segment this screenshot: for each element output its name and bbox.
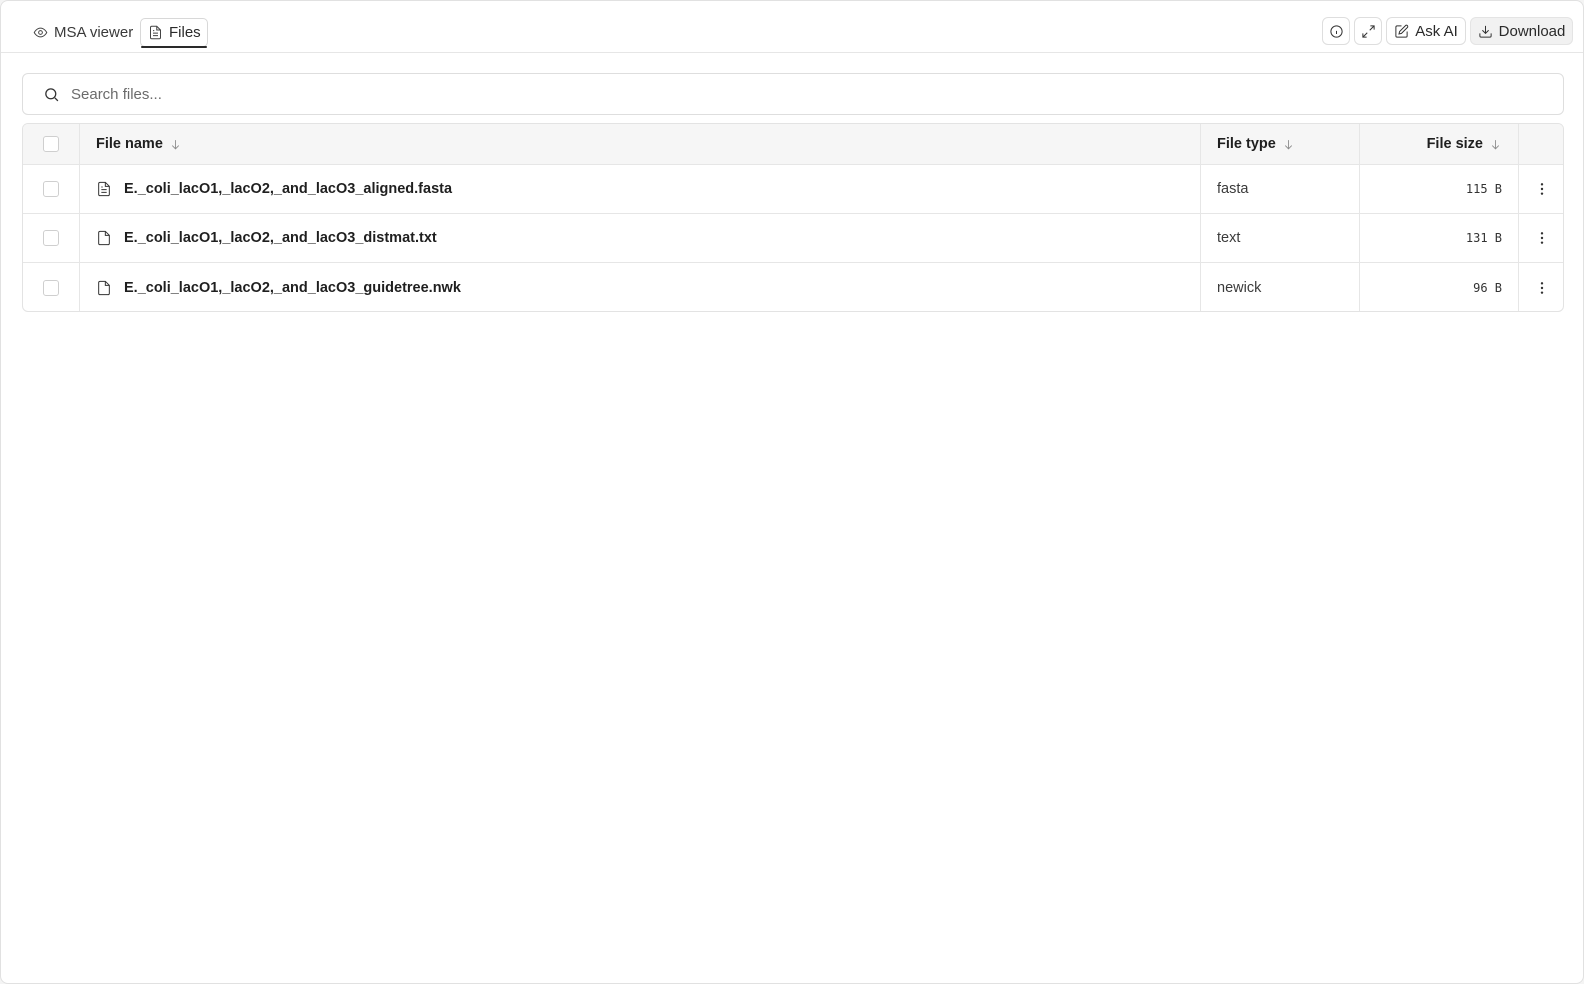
header-file-type-cell: File type <box>1201 124 1360 164</box>
row-menu-button[interactable] <box>1532 179 1552 199</box>
table-row[interactable]: E._coli_lacO1,_lacO2,_and_lacO3_aligned.… <box>23 165 1563 214</box>
row-actions-cell <box>1519 263 1563 311</box>
tab-msa-viewer[interactable]: MSA viewer <box>27 18 139 47</box>
file-name-link[interactable]: E._coli_lacO1,_lacO2,_and_lacO3_aligned.… <box>96 181 452 197</box>
row-checkbox-cell <box>23 214 80 262</box>
info-icon <box>1329 24 1343 38</box>
table-header: File name File type File size <box>23 124 1563 165</box>
more-vertical-icon <box>1540 183 1544 195</box>
file-name: E._coli_lacO1,_lacO2,_and_lacO3_distmat.… <box>124 230 437 246</box>
file-name: E._coli_lacO1,_lacO2,_and_lacO3_aligned.… <box>124 181 453 197</box>
top-bar: MSA viewer Files Ask AI Download <box>1 1 1583 53</box>
tab-msa-viewer-label: MSA viewer <box>54 24 134 41</box>
file-size: 96 B <box>1473 280 1502 295</box>
row-actions-cell <box>1519 165 1563 213</box>
search-bar <box>22 73 1564 115</box>
file-icon <box>98 230 110 246</box>
info-button[interactable] <box>1322 17 1350 45</box>
file-name-cell: E._coli_lacO1,_lacO2,_and_lacO3_aligned.… <box>80 165 1201 213</box>
file-text-icon <box>150 25 161 40</box>
file-size: 115 B <box>1465 182 1502 196</box>
file-size-cell: 115 B <box>1360 165 1519 213</box>
row-actions-cell <box>1519 214 1563 262</box>
file-icon <box>98 280 110 295</box>
file-type: fasta <box>1217 181 1249 197</box>
file-name: E._coli_lacO1,_lacO2,_and_lacO3_guidetre… <box>124 279 461 296</box>
select-all-checkbox[interactable] <box>43 136 59 152</box>
more-vertical-icon <box>1540 281 1544 294</box>
header-file-size-cell: File size <box>1360 124 1519 164</box>
file-text-icon <box>98 181 110 197</box>
header-file-name-cell: File name <box>80 124 1201 164</box>
row-menu-button[interactable] <box>1532 278 1552 298</box>
fullscreen-button[interactable] <box>1354 17 1382 45</box>
arrow-down-icon <box>1491 139 1500 149</box>
column-header-file-size: File size <box>1426 136 1483 152</box>
files-panel: MSA viewer Files Ask AI Download Search … <box>0 0 1584 984</box>
ask-ai-button[interactable]: Ask AI <box>1386 17 1466 45</box>
ask-ai-label: Ask AI <box>1415 22 1458 40</box>
file-type-cell: newick <box>1201 263 1360 311</box>
file-type-cell: fasta <box>1201 165 1360 213</box>
sort-file-type[interactable]: File type <box>1217 136 1295 152</box>
file-type: newick <box>1217 279 1262 296</box>
file-name-link[interactable]: E._coli_lacO1,_lacO2,_and_lacO3_distmat.… <box>96 230 437 246</box>
column-header-file-type: File type <box>1217 136 1276 152</box>
file-name-link[interactable]: E._coli_lacO1,_lacO2,_and_lacO3_guidetre… <box>96 280 461 296</box>
tab-files-label: Files <box>169 24 201 41</box>
expand-icon <box>1361 24 1375 38</box>
download-button[interactable]: Download <box>1470 17 1573 45</box>
table-row[interactable]: E._coli_lacO1,_lacO2,_and_lacO3_guidetre… <box>23 263 1563 311</box>
file-type-cell: text <box>1201 214 1360 262</box>
row-menu-button[interactable] <box>1532 228 1552 248</box>
row-checkbox[interactable] <box>43 230 59 246</box>
table-row[interactable]: E._coli_lacO1,_lacO2,_and_lacO3_distmat.… <box>23 214 1563 263</box>
file-name-cell: E._coli_lacO1,_lacO2,_and_lacO3_distmat.… <box>80 214 1201 262</box>
header-checkbox-cell <box>23 124 80 164</box>
row-checkbox[interactable] <box>43 279 59 296</box>
header-actions-cell <box>1519 124 1563 164</box>
arrow-down-icon <box>1284 139 1292 149</box>
file-size: 131 B <box>1465 231 1502 245</box>
eye-icon <box>33 27 48 38</box>
file-type: text <box>1217 230 1241 246</box>
files-table: File name File type File size E._coli_la… <box>22 123 1564 312</box>
download-label: Download <box>1498 22 1566 40</box>
row-checkbox-cell <box>23 263 80 311</box>
row-checkbox[interactable] <box>43 181 59 197</box>
file-name-cell: E._coli_lacO1,_lacO2,_and_lacO3_guidetre… <box>80 263 1201 311</box>
file-size-cell: 131 B <box>1360 214 1519 262</box>
arrow-down-icon <box>171 139 179 149</box>
ai-edit-icon <box>1395 24 1409 38</box>
sort-file-name[interactable]: File name <box>96 136 182 152</box>
search-input[interactable] <box>71 82 1541 106</box>
more-vertical-icon <box>1540 232 1544 244</box>
download-icon <box>1479 25 1492 38</box>
column-header-file-name: File name <box>96 136 163 152</box>
row-checkbox-cell <box>23 165 80 213</box>
file-size-cell: 96 B <box>1360 263 1519 311</box>
search-icon <box>45 88 59 102</box>
sort-file-size[interactable]: File size <box>1427 136 1502 152</box>
tab-files[interactable]: Files <box>140 18 208 48</box>
